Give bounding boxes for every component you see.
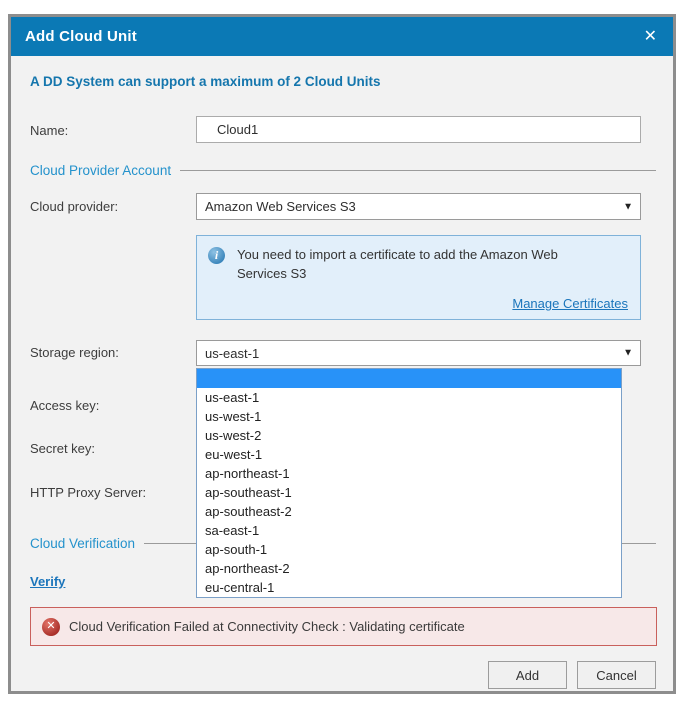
region-option[interactable]: ap-south-1 bbox=[197, 540, 621, 559]
chevron-down-icon: ▼ bbox=[623, 348, 633, 359]
region-option[interactable]: ap-northeast-2 bbox=[197, 559, 621, 578]
secret-key-label: Secret key: bbox=[30, 441, 95, 456]
region-option[interactable]: ap-northeast-1 bbox=[197, 464, 621, 483]
close-icon[interactable]: ✕ bbox=[644, 29, 657, 45]
provider-section-header: Cloud Provider Account bbox=[30, 163, 656, 178]
region-option[interactable]: eu-west-1 bbox=[197, 445, 621, 464]
name-input[interactable] bbox=[196, 116, 641, 143]
verification-error-banner: ✕ Cloud Verification Failed at Connectiv… bbox=[30, 607, 657, 646]
region-dropdown-list: us-east-1us-west-1us-west-2eu-west-1ap-n… bbox=[196, 368, 622, 598]
region-option[interactable]: us-west-1 bbox=[197, 407, 621, 426]
region-label: Storage region: bbox=[30, 345, 119, 360]
dialog-titlebar: Add Cloud Unit ✕ bbox=[11, 17, 673, 56]
verification-section-label: Cloud Verification bbox=[30, 536, 135, 551]
region-select-value: us-east-1 bbox=[205, 346, 259, 361]
name-label: Name: bbox=[30, 123, 68, 138]
provider-select[interactable]: Amazon Web Services S3 ▼ bbox=[196, 193, 641, 220]
region-option[interactable]: ap-southeast-1 bbox=[197, 483, 621, 502]
cancel-button[interactable]: Cancel bbox=[577, 661, 656, 689]
verify-link[interactable]: Verify bbox=[30, 574, 65, 589]
manage-certificates-link[interactable]: Manage Certificates bbox=[512, 296, 628, 311]
http-proxy-label: HTTP Proxy Server: bbox=[30, 485, 146, 500]
add-cloud-unit-dialog: Add Cloud Unit ✕ A DD System can support… bbox=[8, 14, 676, 694]
provider-section-label: Cloud Provider Account bbox=[30, 163, 171, 178]
certificate-info-box: i You need to import a certificate to ad… bbox=[196, 235, 641, 320]
dialog-title: Add Cloud Unit bbox=[25, 28, 137, 45]
section-divider bbox=[180, 170, 656, 171]
max-units-note: A DD System can support a maximum of 2 C… bbox=[30, 74, 381, 89]
region-select[interactable]: us-east-1 ▼ bbox=[196, 340, 641, 366]
add-button[interactable]: Add bbox=[488, 661, 567, 689]
provider-select-value: Amazon Web Services S3 bbox=[205, 199, 356, 214]
certificate-info-text: You need to import a certificate to add … bbox=[237, 245, 609, 283]
region-option[interactable]: ap-southeast-2 bbox=[197, 502, 621, 521]
region-option[interactable]: eu-central-1 bbox=[197, 578, 621, 597]
region-option[interactable]: sa-east-1 bbox=[197, 521, 621, 540]
error-icon: ✕ bbox=[42, 618, 60, 636]
provider-label: Cloud provider: bbox=[30, 199, 118, 214]
region-option[interactable]: us-west-2 bbox=[197, 426, 621, 445]
chevron-down-icon: ▼ bbox=[623, 201, 633, 212]
region-option[interactable] bbox=[197, 369, 621, 388]
verification-error-text: Cloud Verification Failed at Connectivit… bbox=[69, 619, 465, 634]
region-option[interactable]: us-east-1 bbox=[197, 388, 621, 407]
access-key-label: Access key: bbox=[30, 398, 99, 413]
info-icon: i bbox=[208, 247, 225, 264]
